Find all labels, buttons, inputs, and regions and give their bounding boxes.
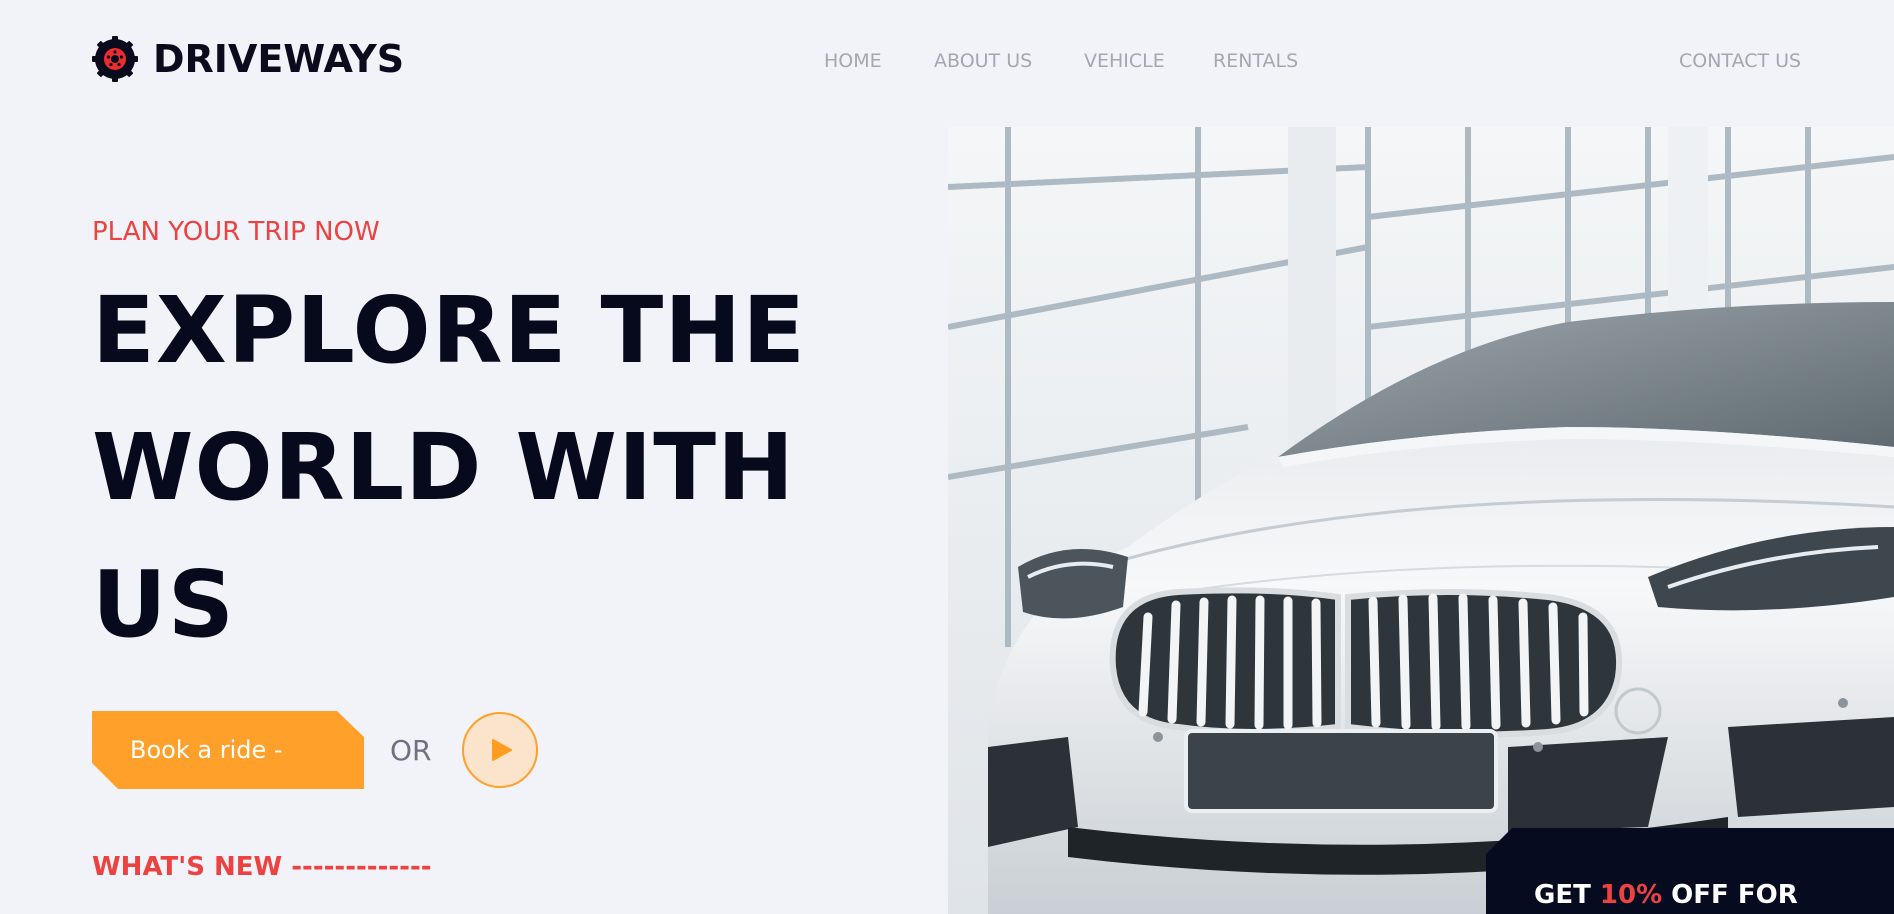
book-ride-button[interactable]: Book a ride - [92, 711, 364, 789]
nav-vehicle[interactable]: VEHICLE [1084, 50, 1165, 72]
headline-line-1: EXPLORE THE [92, 277, 807, 384]
grille [1109, 587, 1623, 738]
nav-contact-us[interactable]: CONTACT US [1679, 50, 1801, 72]
cta-row: Book a ride - OR [92, 710, 538, 790]
nav-rentals[interactable]: RENTALS [1213, 50, 1298, 72]
page: DRIVEWAYS HOME ABOUT US VEHICLE RENTALS … [0, 0, 1894, 914]
nav-home[interactable]: HOME [824, 50, 882, 72]
promo-highlight: 10% [1599, 880, 1663, 910]
headline-line-3: US [92, 551, 235, 658]
whats-new-heading: WHAT'S NEW ------------- [92, 852, 432, 882]
play-icon [491, 739, 512, 761]
hero-car-image [948, 127, 1894, 914]
promo-text: GET 10% OFF FOR [1534, 880, 1798, 910]
play-video-button[interactable] [461, 712, 538, 788]
or-separator: OR [390, 733, 432, 767]
hero-headline: EXPLORE THE WORLD WITH US [92, 262, 812, 673]
hero-eyebrow: PLAN YOUR TRIP NOW [92, 217, 380, 247]
promo-suffix: OFF FOR [1662, 880, 1798, 910]
nav-about-us[interactable]: ABOUT US [934, 50, 1032, 72]
headline-line-2: WORLD WITH [92, 414, 796, 521]
promo-prefix: GET [1534, 880, 1600, 910]
promo-banner[interactable]: GET 10% OFF FOR [1486, 828, 1894, 914]
main-nav: HOME ABOUT US VEHICLE RENTALS CONTACT US [0, 50, 1894, 80]
car-illustration [948, 127, 1894, 914]
